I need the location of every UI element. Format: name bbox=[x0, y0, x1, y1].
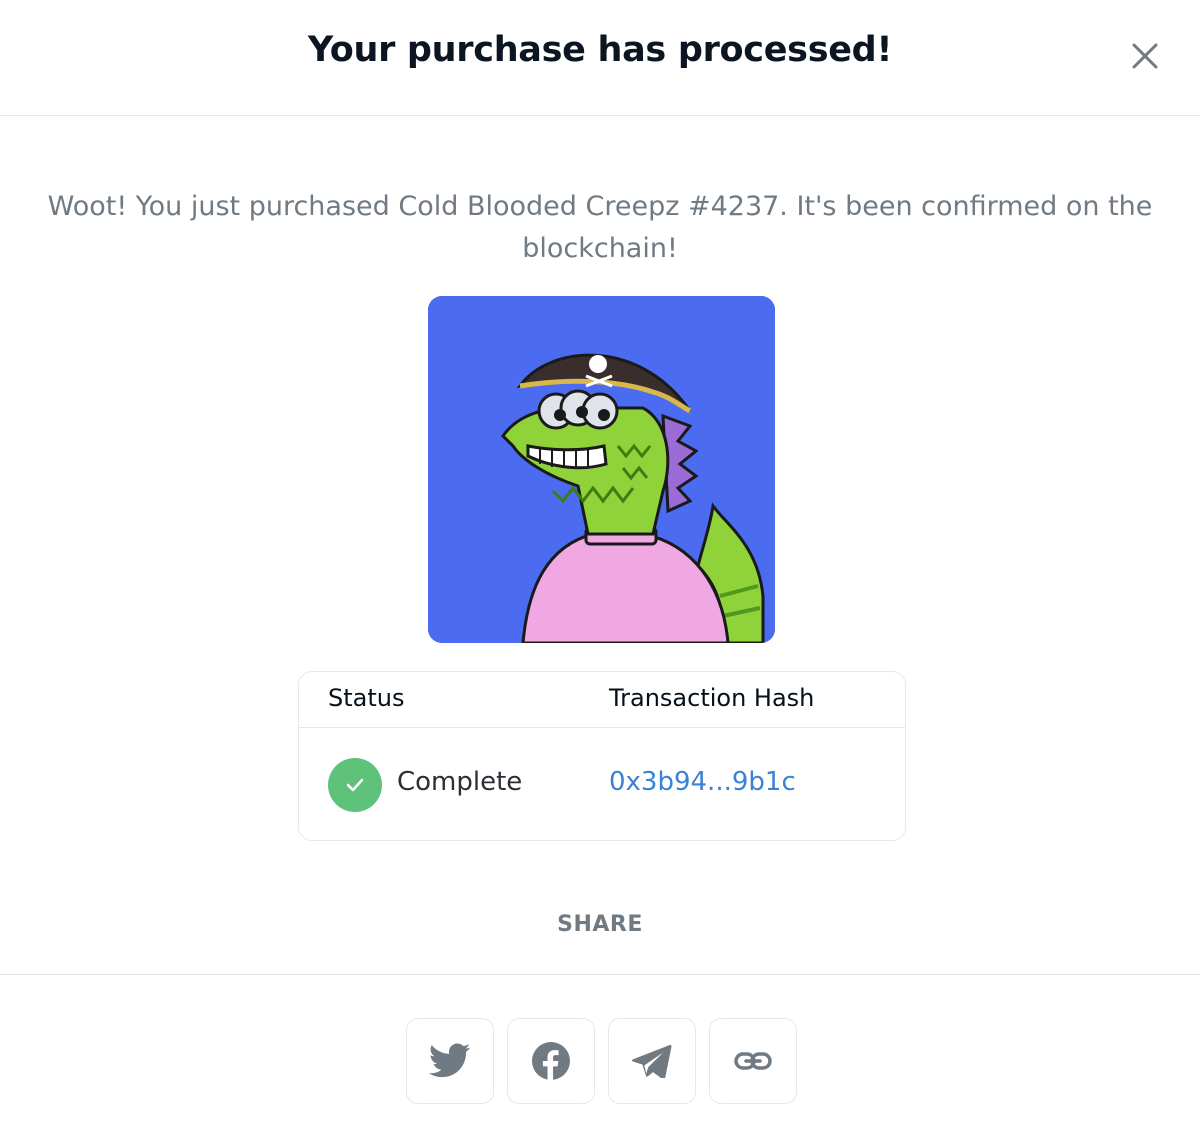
telegram-icon bbox=[632, 1044, 672, 1078]
status-table-header: Status Transaction Hash bbox=[299, 672, 905, 728]
copy-link-button[interactable] bbox=[709, 1018, 797, 1104]
close-button[interactable] bbox=[1125, 36, 1165, 76]
check-icon bbox=[328, 758, 382, 812]
status-header: Status bbox=[328, 684, 405, 712]
link-icon bbox=[734, 1052, 772, 1070]
transaction-hash-link[interactable]: 0x3b94...9b1c bbox=[609, 767, 796, 797]
share-facebook-button[interactable] bbox=[507, 1018, 595, 1104]
divider bbox=[0, 974, 1200, 975]
close-icon bbox=[1132, 43, 1158, 69]
share-label: SHARE bbox=[557, 912, 643, 937]
modal-title: Your purchase has processed! bbox=[307, 30, 893, 70]
facebook-icon bbox=[532, 1042, 570, 1080]
nft-image bbox=[428, 296, 775, 643]
transaction-hash-header: Transaction Hash bbox=[609, 684, 815, 712]
twitter-icon bbox=[429, 1043, 471, 1078]
nft-artwork bbox=[428, 296, 775, 643]
modal-header: Your purchase has processed! bbox=[0, 0, 1200, 116]
share-twitter-button[interactable] bbox=[406, 1018, 494, 1104]
status-table: Status Transaction Hash Complete 0x3b94.… bbox=[298, 671, 906, 841]
share-telegram-button[interactable] bbox=[608, 1018, 696, 1104]
status-value: Complete bbox=[397, 767, 523, 797]
purchase-message: Woot! You just purchased Cold Blooded Cr… bbox=[47, 191, 1153, 264]
purchase-modal: Your purchase has processed! Woot! You j… bbox=[0, 0, 1200, 1136]
